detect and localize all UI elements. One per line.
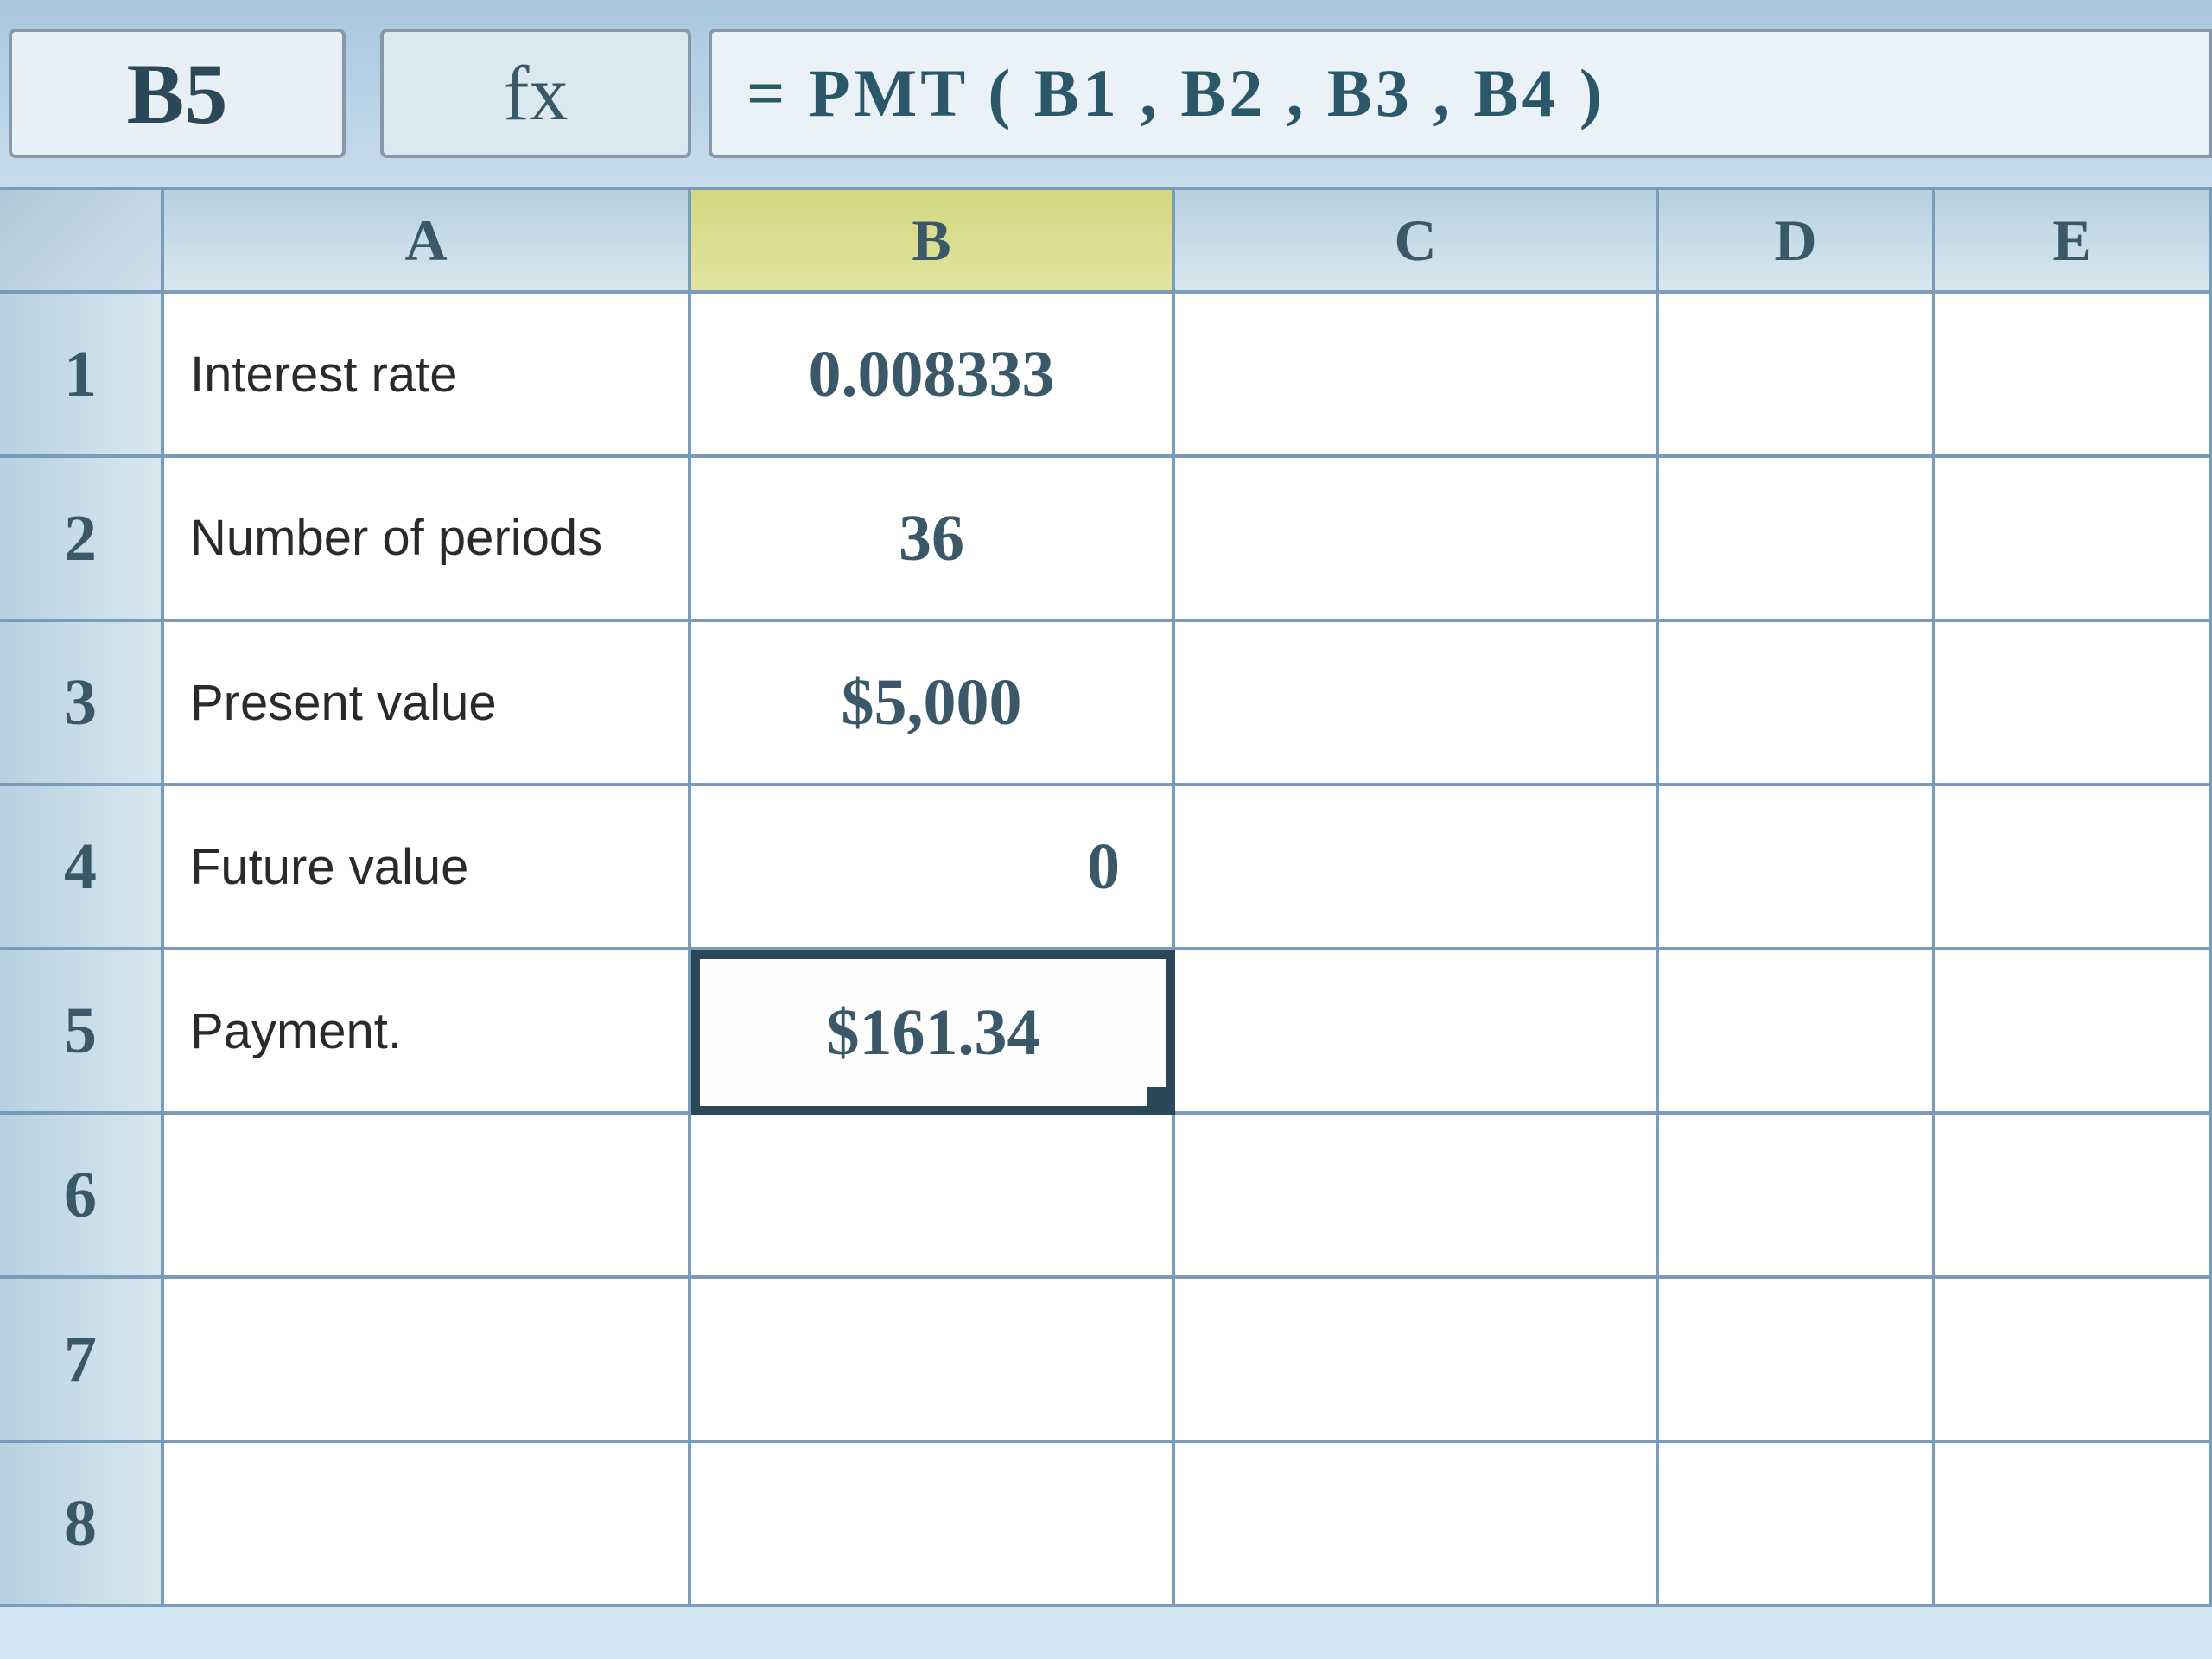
cell-e8[interactable] — [1936, 1443, 2212, 1607]
col-header-c[interactable]: C — [1175, 190, 1659, 290]
cell-c1[interactable] — [1175, 294, 1659, 458]
cell-d7[interactable] — [1659, 1279, 1936, 1443]
row-header-3[interactable]: 3 — [0, 622, 161, 786]
row-header-1[interactable]: 1 — [0, 294, 161, 458]
cell-c7[interactable] — [1175, 1279, 1659, 1443]
cell-d5[interactable] — [1659, 950, 1936, 1115]
row-header-6[interactable]: 6 — [0, 1115, 161, 1279]
cell-d2[interactable] — [1659, 458, 1936, 622]
col-header-d[interactable]: D — [1659, 190, 1936, 290]
row-header-8[interactable]: 8 — [0, 1443, 161, 1607]
cell-c8[interactable] — [1175, 1443, 1659, 1607]
grid-row-3: Present value $5,000 — [164, 622, 2212, 786]
column-headers-row: A B C D E — [164, 190, 2212, 294]
row-header-2[interactable]: 2 — [0, 458, 161, 622]
grid-row-5: Payment. $161.34 — [164, 950, 2212, 1115]
cell-d4[interactable] — [1659, 786, 1936, 950]
formula-bar: B5 fx = PMT ( B1 , B2 , B3 , B4 ) — [0, 0, 2212, 190]
cell-e4[interactable] — [1936, 786, 2212, 950]
cell-a8[interactable] — [164, 1443, 691, 1607]
cell-a7[interactable] — [164, 1279, 691, 1443]
cell-b1[interactable]: 0.008333 — [691, 294, 1175, 458]
row-headers-column: 1 2 3 4 5 6 7 8 — [0, 190, 164, 1607]
select-all-corner[interactable] — [0, 190, 161, 294]
cell-b3[interactable]: $5,000 — [691, 622, 1175, 786]
cell-e3[interactable] — [1936, 622, 2212, 786]
row-header-4[interactable]: 4 — [0, 786, 161, 950]
cell-e7[interactable] — [1936, 1279, 2212, 1443]
grid-row-2: Number of periods 36 — [164, 458, 2212, 622]
cell-a5[interactable]: Payment. — [164, 950, 691, 1115]
cell-c2[interactable] — [1175, 458, 1659, 622]
cell-c3[interactable] — [1175, 622, 1659, 786]
grid-row-7 — [164, 1279, 2212, 1443]
cell-c5[interactable] — [1175, 950, 1659, 1115]
cell-b4[interactable]: 0 — [691, 786, 1175, 950]
cell-d8[interactable] — [1659, 1443, 1936, 1607]
col-header-e[interactable]: E — [1936, 190, 2212, 290]
cell-e1[interactable] — [1936, 294, 2212, 458]
cell-b2[interactable]: 36 — [691, 458, 1175, 622]
cell-a3[interactable]: Present value — [164, 622, 691, 786]
cell-d6[interactable] — [1659, 1115, 1936, 1279]
cell-b7[interactable] — [691, 1279, 1175, 1443]
cell-a6[interactable] — [164, 1115, 691, 1279]
cell-reference-box[interactable]: B5 — [9, 29, 346, 158]
cell-d1[interactable] — [1659, 294, 1936, 458]
row-header-5[interactable]: 5 — [0, 950, 161, 1115]
spreadsheet-grid: 1 2 3 4 5 6 7 8 A B C D E Interest rate … — [0, 190, 2212, 1607]
row-header-7[interactable]: 7 — [0, 1279, 161, 1443]
cell-a2[interactable]: Number of periods — [164, 458, 691, 622]
cell-e5[interactable] — [1936, 950, 2212, 1115]
cell-e2[interactable] — [1936, 458, 2212, 622]
fx-label[interactable]: fx — [380, 29, 691, 158]
cell-b8[interactable] — [691, 1443, 1175, 1607]
grid-main: A B C D E Interest rate 0.008333 Number … — [164, 190, 2212, 1607]
cell-c6[interactable] — [1175, 1115, 1659, 1279]
cell-d3[interactable] — [1659, 622, 1936, 786]
cell-a1[interactable]: Interest rate — [164, 294, 691, 458]
col-header-b[interactable]: B — [691, 190, 1175, 290]
col-header-a[interactable]: A — [164, 190, 691, 290]
cell-b6[interactable] — [691, 1115, 1175, 1279]
formula-input[interactable]: = PMT ( B1 , B2 , B3 , B4 ) — [709, 29, 2212, 158]
grid-row-1: Interest rate 0.008333 — [164, 294, 2212, 458]
cell-e6[interactable] — [1936, 1115, 2212, 1279]
cell-c4[interactable] — [1175, 786, 1659, 950]
grid-row-8 — [164, 1443, 2212, 1607]
grid-row-6 — [164, 1115, 2212, 1279]
grid-row-4: Future value 0 — [164, 786, 2212, 950]
cell-b5-selected[interactable]: $161.34 — [691, 950, 1175, 1115]
cell-a4[interactable]: Future value — [164, 786, 691, 950]
